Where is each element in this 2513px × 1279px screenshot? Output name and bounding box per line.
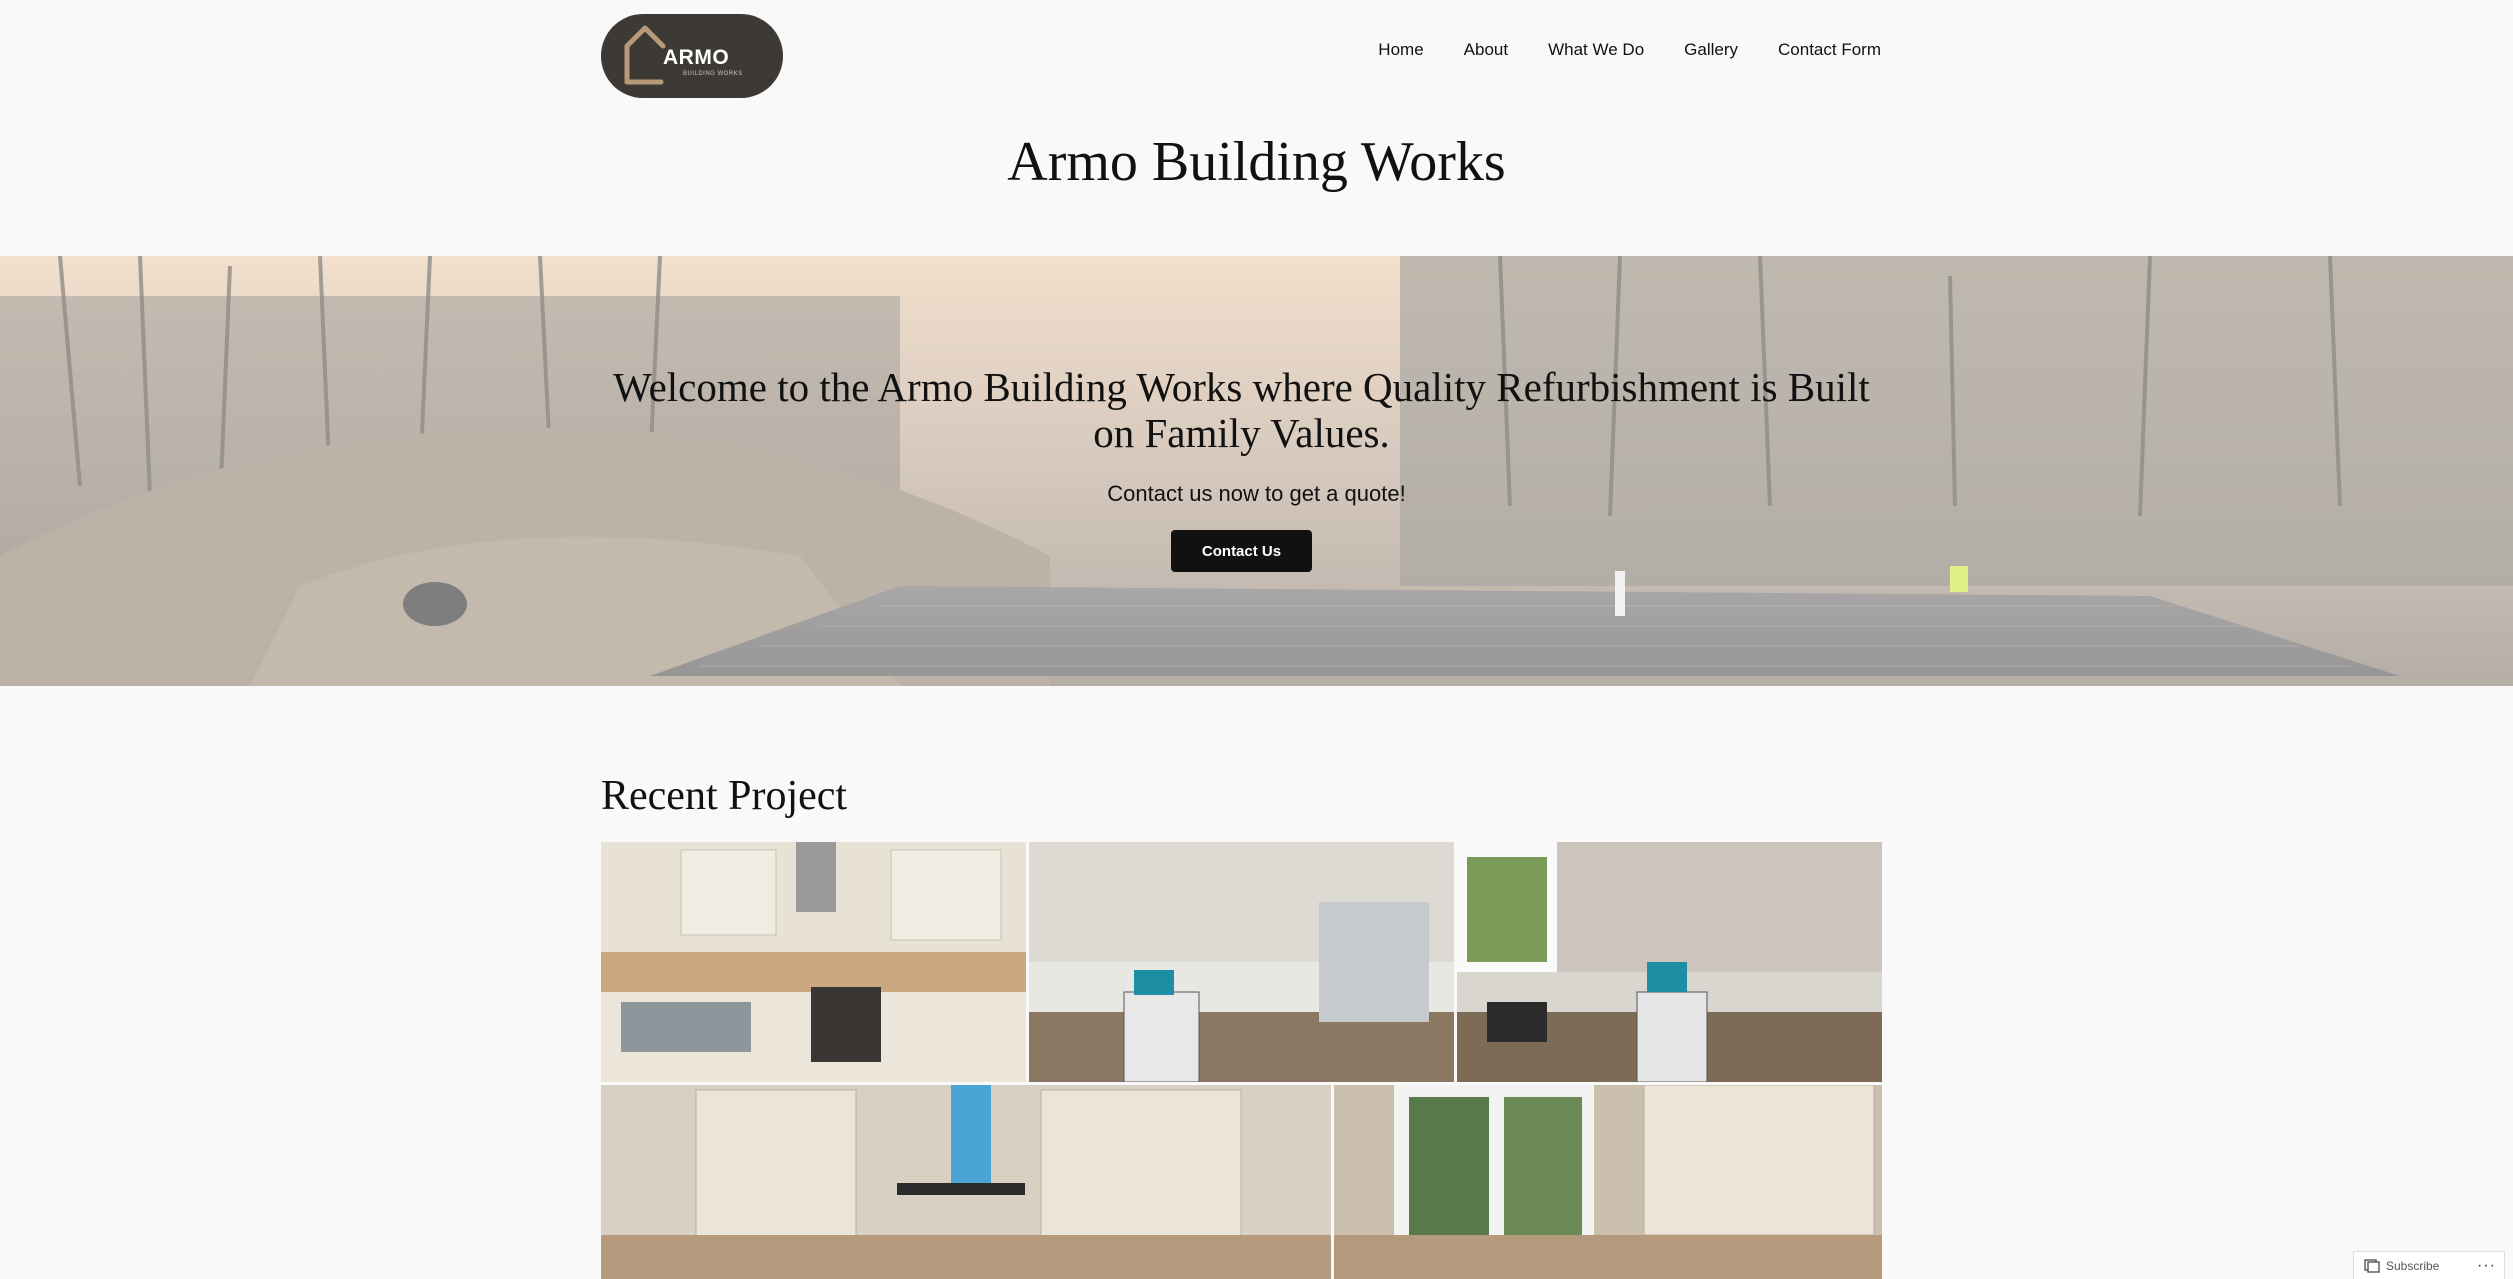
gallery-photo-kitchen-window[interactable] xyxy=(1334,1085,1882,1279)
nav-contact-form[interactable]: Contact Form xyxy=(1778,40,1881,60)
site-header: ARMO BUILDING WORKS Home About What We D… xyxy=(0,0,2513,256)
nav-about[interactable]: About xyxy=(1464,40,1508,60)
nav-home[interactable]: Home xyxy=(1378,40,1423,60)
hero-subheading: Contact us now to get a quote! xyxy=(1107,481,1406,506)
logo-subtext: BUILDING WORKS xyxy=(683,71,743,77)
recent-project-heading: Recent Project xyxy=(601,773,848,819)
gallery-photo-stripped-kitchen-2[interactable] xyxy=(1457,842,1882,1082)
site-logo[interactable]: ARMO BUILDING WORKS xyxy=(601,14,783,98)
house-logo-icon xyxy=(624,25,666,85)
subscribe-button[interactable]: Subscribe xyxy=(2386,1259,2439,1273)
hero-overlay xyxy=(0,256,2513,686)
kitchen-window-image xyxy=(1334,1085,1882,1279)
more-options-button[interactable]: ··· xyxy=(2477,1257,2496,1275)
subscribe-widget: Subscribe ··· xyxy=(2353,1251,2505,1279)
gallery-photo-stripped-kitchen-1[interactable] xyxy=(1029,842,1454,1082)
stripped-kitchen-window-image xyxy=(1457,842,1882,1082)
reader-icon xyxy=(2364,1258,2380,1273)
nav-what-we-do[interactable]: What We Do xyxy=(1548,40,1644,60)
finished-kitchen-image xyxy=(601,842,1026,1082)
main-nav: Home About What We Do Gallery Contact Fo… xyxy=(1378,40,1881,60)
logo-text: ARMO xyxy=(663,46,730,69)
hero-heading: Welcome to the Armo Building Works where… xyxy=(613,364,1870,456)
site-title[interactable]: Armo Building Works xyxy=(0,130,2513,194)
stripped-kitchen-image xyxy=(1029,842,1454,1082)
hero-banner: Welcome to the Armo Building Works where… xyxy=(0,256,2513,686)
gallery-photo-finished-kitchen[interactable] xyxy=(601,842,1026,1082)
contact-us-button[interactable]: Contact Us xyxy=(1171,530,1312,572)
gallery-photo-kitchen-hood[interactable] xyxy=(601,1085,1331,1279)
nav-gallery[interactable]: Gallery xyxy=(1684,40,1738,60)
kitchen-hood-image xyxy=(601,1085,1331,1279)
